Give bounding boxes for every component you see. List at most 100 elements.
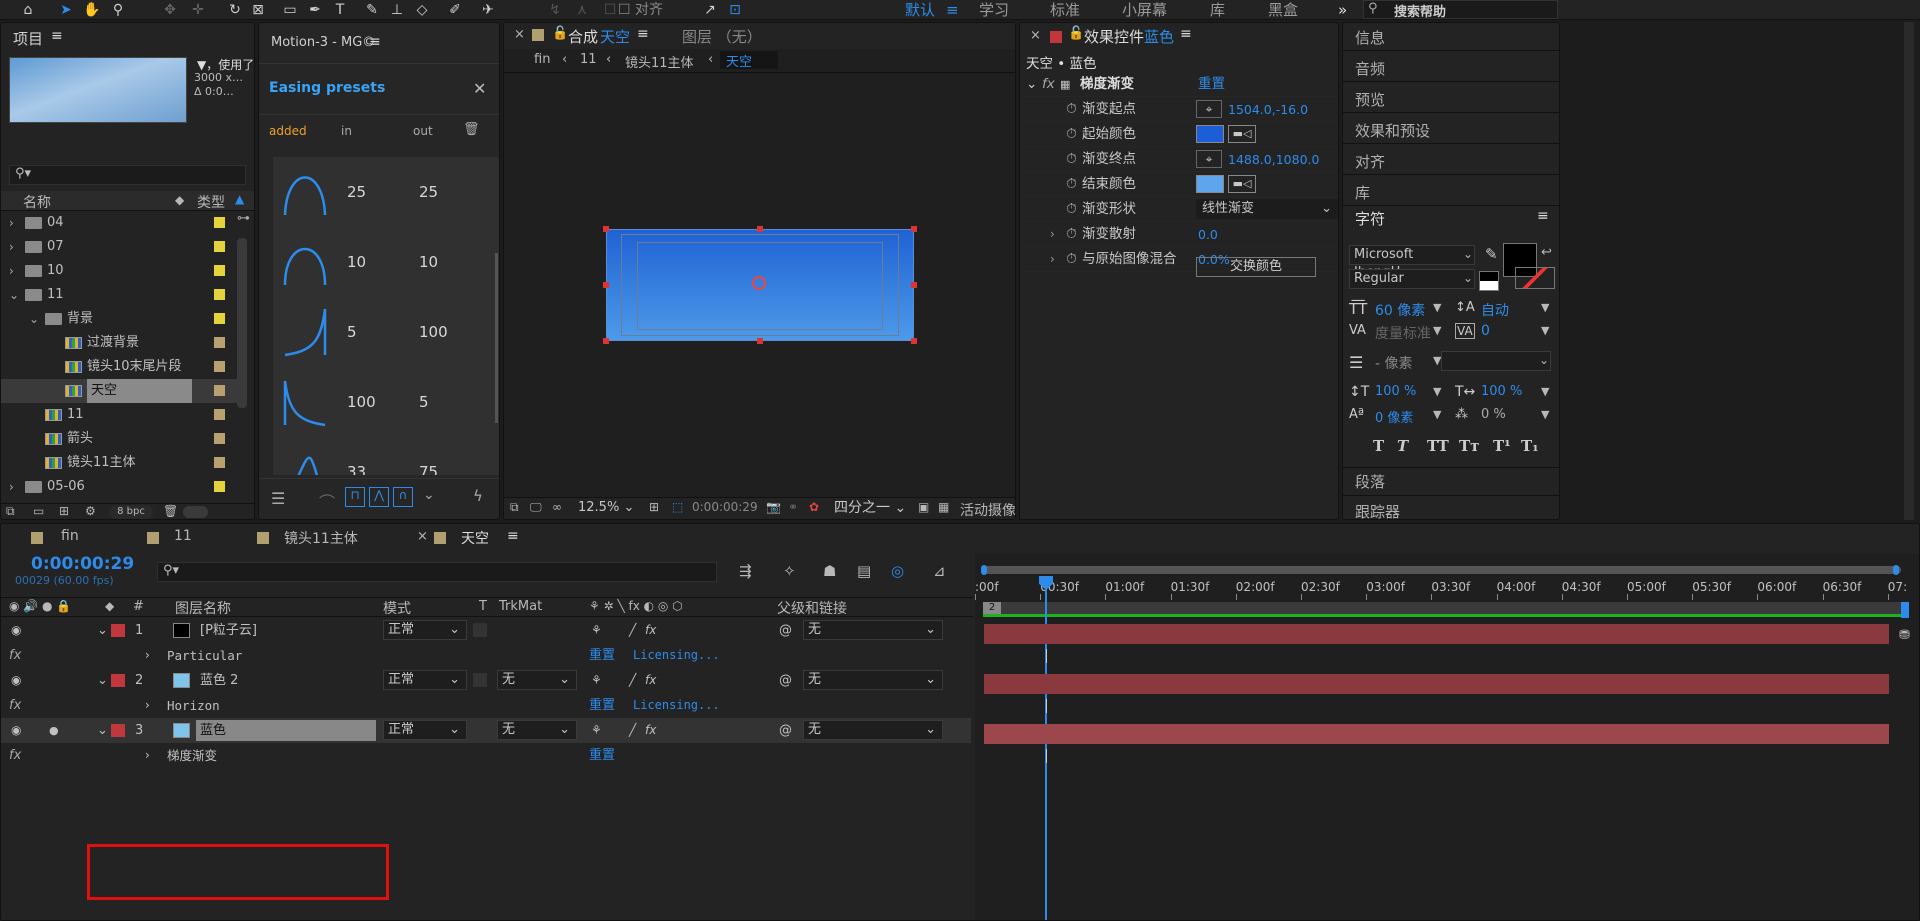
col-type-header[interactable]: 类型 [197,192,225,212]
work-area-end[interactable] [1901,602,1909,618]
effect-reset-link[interactable]: 重置 [589,643,615,668]
all-caps-button[interactable]: TT [1427,437,1449,455]
shy-switch-icon[interactable]: ⚘ [591,718,602,743]
vertical-scale-value[interactable]: 100 % [1375,384,1416,399]
chevron-icon[interactable]: › [145,643,150,668]
chevron-icon[interactable]: › [1050,222,1055,247]
selection-tool-icon[interactable]: ➤ [56,1,76,19]
crumb-fin[interactable]: fin [534,52,550,67]
shy-switch-icon[interactable]: ⚘ [591,668,602,693]
workspace-menu-icon[interactable]: ≡ [946,1,959,19]
fx-icon[interactable]: fx [645,668,656,693]
chevron-icon[interactable]: ⌄ [29,307,39,331]
channel-icon[interactable]: ✿ [809,500,819,514]
effect-property-row[interactable]: › ⏱ 渐变散射 0.0 [1020,222,1338,247]
pickwhip-icon[interactable]: @ [779,718,792,743]
project-item[interactable]: 11合成 [1,403,237,427]
fx-icon[interactable]: fx [645,618,656,643]
clone-tool-icon[interactable]: ⊥ [387,1,407,19]
preserve-transparency-toggle[interactable] [473,723,487,737]
roto-tool-icon[interactable]: ✐ [445,1,465,19]
snapshot-icon[interactable]: 📷 [766,500,781,514]
fill-stroke-swatch[interactable] [1479,271,1499,291]
eye-icon[interactable]: ◉ [11,718,21,743]
label-color-swatch[interactable] [214,241,225,252]
preset-card[interactable]: 33 75 [273,437,499,475]
layer-name[interactable]: [P粒子云] [196,620,257,641]
eyedropper-icon[interactable]: ▬◁ [1228,125,1256,143]
right-panel-tab[interactable]: 效果和预设 [1355,120,1430,141]
fx-icon[interactable]: fx [9,743,21,768]
fx-icon[interactable]: fx [9,693,21,718]
crumb-11[interactable]: 11 [580,52,597,67]
chevron-icon[interactable]: › [1050,247,1055,272]
label-color-swatch[interactable] [214,481,225,492]
thumbnail-slider[interactable] [183,506,208,518]
view-axis-icon[interactable]: ☐ [600,1,620,19]
property-value[interactable]: 0.0 [1198,222,1218,247]
ease-out-icon[interactable]: ⋀ [369,487,389,507]
close-icon[interactable]: ✕ [473,79,486,98]
zoom-tool-icon[interactable]: ⚲ [108,1,128,19]
preset-scrollbar[interactable] [495,253,498,423]
menu-lines-icon[interactable]: ☰ [271,489,285,508]
chevron-icon[interactable]: › [145,693,150,718]
ease-both-icon[interactable]: ∩ [393,487,413,507]
preserve-transparency-toggle[interactable] [473,623,487,637]
label-color-swatch[interactable] [214,361,225,372]
resolution-dropdown[interactable]: 四分之一 ⌄ [830,499,912,519]
anchor-point-icon[interactable] [752,276,766,290]
layer-row[interactable]: ◉ ● ⌄ 3 蓝色 正常 ⌄ 无 ⌄ ⚘ ╱ fx @ 无 ⌄ [1,718,971,743]
arch-icon[interactable]: ⌒ [319,489,335,513]
layer-bar-3[interactable] [984,724,1889,744]
project-item[interactable]: 过渡背景合成 [1,331,237,355]
align-checkbox[interactable]: ☐ 对齐 [618,1,663,19]
label-color-swatch[interactable] [214,217,225,228]
effects-menu-icon[interactable]: ≡ [1180,26,1192,42]
gradient-shape-dropdown[interactable]: 线性渐变 ⌄ [1196,199,1338,219]
stopwatch-icon[interactable]: ⏱ [1066,172,1077,197]
timeline-tab-sky[interactable]: 天空 [461,528,489,548]
crumb-shot11[interactable]: 镜头11主体 [625,52,694,71]
subscript-button[interactable]: T₁ [1521,437,1539,455]
right-panel-tab[interactable]: 库 [1355,182,1370,203]
project-item[interactable]: 镜头10末尾片段合成 [1,355,237,379]
comp-tab-name[interactable]: 天空 [600,26,630,47]
effect-property-row[interactable]: ⏱ 渐变形状 线性渐变 ⌄ [1020,197,1338,222]
property-value[interactable]: 1504.0,-16.0 [1228,97,1308,122]
right-panel-tab[interactable]: 预览 [1355,89,1385,110]
project-item[interactable]: ›04文件夹 [1,211,237,235]
motion-menu-icon[interactable]: ≡ [369,34,381,50]
project-scrollbar[interactable] [237,238,247,408]
col-parent[interactable]: 父级和链接 [777,598,847,618]
work-area-bar[interactable]: 2 [983,602,1901,617]
lightning-icon[interactable]: ϟ [473,487,483,505]
handle-tr[interactable] [911,226,917,232]
col-mode[interactable]: 模式 [383,598,411,618]
workspace-standard[interactable]: 标准 [1050,1,1080,19]
project-item[interactable]: 镜头11主体合成 [1,451,237,475]
stopwatch-icon[interactable]: ⏱ [1066,247,1077,272]
col-trkmat[interactable]: TrkMat [499,599,542,614]
layer-label-swatch[interactable] [111,724,125,737]
chevron-down-icon[interactable]: ⌄ [97,618,108,643]
right-panel-tab[interactable]: 音频 [1355,58,1385,79]
tracker-panel-tab[interactable]: 跟踪器 [1355,501,1400,522]
draft-3d-icon[interactable]: ✧ [783,562,796,580]
handle-bl[interactable] [603,338,609,344]
home-icon[interactable]: ⌂ [18,1,38,19]
brush-tool-icon[interactable]: ✎ [362,1,382,19]
effect-reset-link[interactable]: 重置 [589,743,615,768]
right-scrollbar[interactable] [1904,22,1914,520]
preset-card[interactable]: 10 10 [273,227,499,300]
ease-in-icon[interactable]: ⊓ [345,487,365,507]
camera-dropdown[interactable]: 活动摄像 [960,500,1015,520]
handle-bc[interactable] [757,338,763,344]
layer-row[interactable]: ◉ ⌄ 2 蓝色 2 正常 ⌄ 无 ⌄ ⚘ ╱ fx @ 无 ⌄ [1,668,971,693]
layer-name[interactable]: 蓝色 [196,720,376,741]
chevron-icon[interactable]: › [9,235,14,259]
handle-tl[interactable] [603,226,609,232]
anchor-tool-icon[interactable]: ⊠ [248,1,268,19]
effect-name[interactable]: 梯度渐变 [1080,72,1134,97]
show-snapshot-icon[interactable]: ⚭ [788,500,798,514]
